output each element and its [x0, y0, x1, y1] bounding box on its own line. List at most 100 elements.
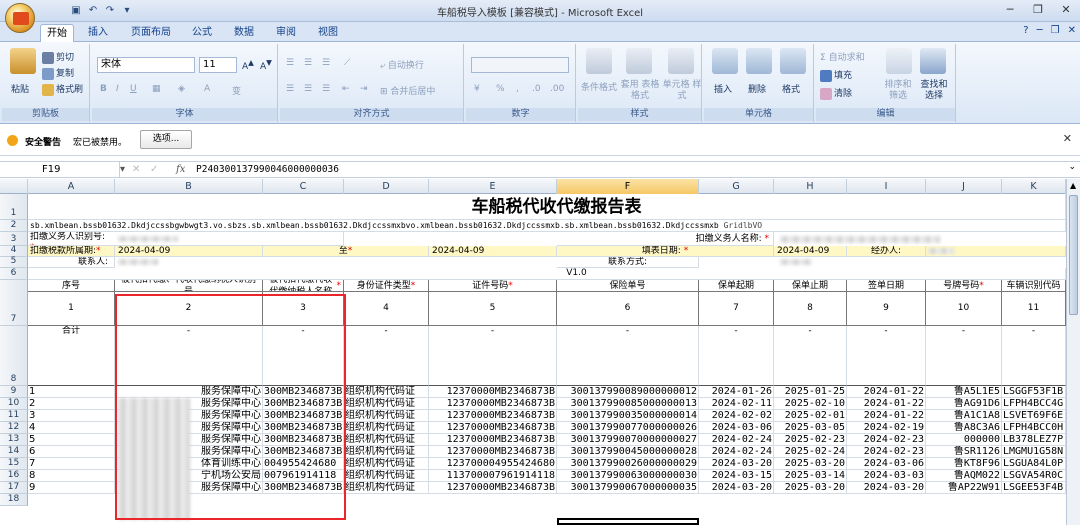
data-cell[interactable]: 2024-03-20 [847, 482, 926, 494]
office-button[interactable] [5, 3, 35, 33]
data-cell[interactable]: LFPH4BCC0H [1002, 422, 1066, 434]
header-cell[interactable]: 保单起期 [699, 280, 774, 292]
data-cell[interactable]: 组织机构代码证 [344, 458, 429, 470]
data-cell[interactable]: 12370000MB2346873B [429, 386, 557, 398]
select-all-corner[interactable] [0, 179, 28, 194]
data-cell[interactable]: 组织机构代码证 [344, 470, 429, 482]
data-cell[interactable]: 12370000MB2346873B [429, 482, 557, 494]
scroll-thumb[interactable] [1069, 195, 1078, 315]
font-name-combo[interactable]: 宋体 [97, 57, 195, 73]
data-cell[interactable]: 组织机构代码证 [344, 386, 429, 398]
confirm-entry-icon[interactable]: ✓ [150, 162, 158, 178]
minimize-icon[interactable]: ─ [996, 0, 1024, 20]
data-cell[interactable]: 300137990026000000029 [557, 458, 699, 470]
underline-icon[interactable]: U [130, 84, 137, 94]
percent-icon[interactable]: % [496, 84, 505, 94]
align-top-icon[interactable]: ☰ [286, 58, 294, 68]
data-cell[interactable]: 2024-03-15 [699, 470, 774, 482]
data-cell[interactable]: 2024-02-24 [699, 434, 774, 446]
to-label-cell[interactable]: 至* [263, 246, 429, 257]
find-select-button[interactable]: 查找和 选择 [916, 80, 952, 102]
data-cell[interactable]: 5 [28, 434, 115, 446]
fill-color-icon[interactable]: ◈ [178, 84, 185, 94]
data-cell[interactable]: 300137990035000000014 [557, 410, 699, 422]
sort-filter-icon[interactable] [886, 48, 912, 74]
options-button[interactable]: 选项... [140, 130, 192, 149]
sheet-title[interactable]: 车船税代收代缴报告表 [28, 194, 1066, 220]
header-cell[interactable]: 身份证件类型 * [344, 280, 429, 292]
copy-button[interactable]: 复制 [42, 66, 74, 80]
data-cell[interactable]: 2025-03-20 [774, 482, 847, 494]
data-cell[interactable]: 3 [28, 410, 115, 422]
total-cell[interactable]: - [1002, 326, 1066, 386]
data-cell[interactable]: 300137990067000000035 [557, 482, 699, 494]
header-cell[interactable]: 证件号码 * [429, 280, 557, 292]
format-as-table-button[interactable]: 套用 表格格式 [618, 80, 662, 102]
row-header[interactable]: 10 [0, 398, 28, 410]
fill-date-label-cell[interactable]: 填表日期: * [557, 246, 774, 257]
data-cell[interactable]: 2024-02-24 [699, 446, 774, 458]
data-cell[interactable]: 组织机构代码证 [344, 482, 429, 494]
data-cell[interactable]: 组织机构代码证 [344, 434, 429, 446]
column-header-f[interactable]: F [557, 179, 699, 194]
header-cell[interactable]: 保险单号 [557, 280, 699, 292]
data-cell[interactable]: 2025-02-01 [774, 410, 847, 422]
row-header[interactable]: 11 [0, 410, 28, 422]
phonetic-icon[interactable]: 变 [232, 84, 241, 97]
sort-filter-button[interactable]: 排序和 筛选 [880, 80, 916, 102]
column-number-cell[interactable]: 10 [926, 292, 1002, 326]
tab-home[interactable]: 开始 [40, 24, 74, 42]
shrink-font-icon[interactable]: A▼ [260, 58, 272, 72]
data-cell[interactable]: 300137990063000000030 [557, 470, 699, 482]
data-cell[interactable]: 鲁A5L1E5 [926, 386, 1002, 398]
restore-icon[interactable]: ❐ [1024, 0, 1052, 20]
data-cell[interactable]: 12370000MB2346873B [429, 422, 557, 434]
header-cell[interactable]: 被代扣代缴代收代缴纳税人名称* [263, 280, 344, 292]
data-cell[interactable]: 2024-02-23 [847, 434, 926, 446]
font-color-icon[interactable]: A [204, 84, 210, 94]
tab-page-layout[interactable]: 页面布局 [125, 24, 177, 42]
conditional-format-icon[interactable] [586, 48, 612, 74]
border-icon[interactable]: ▦ [152, 84, 161, 94]
insert-cells-icon[interactable] [712, 48, 738, 74]
column-number-cell[interactable]: 5 [429, 292, 557, 326]
format-as-table-icon[interactable] [626, 48, 652, 74]
row-header[interactable]: 18 [0, 494, 28, 506]
close-warning-icon[interactable]: ✕ [1063, 132, 1072, 145]
data-cell[interactable]: 12370000MB2346873B [429, 398, 557, 410]
version-cell[interactable]: V1.0 [28, 268, 1066, 280]
fill-date-cell[interactable]: 2024-04-09 [774, 246, 847, 257]
row-header[interactable]: 3 [0, 232, 28, 246]
data-cell[interactable]: 300137990077000000026 [557, 422, 699, 434]
data-cell[interactable]: LSVET69F6E [1002, 410, 1066, 422]
total-cell[interactable]: - [847, 326, 926, 386]
data-cell[interactable]: 2025-02-24 [774, 446, 847, 458]
data-cell[interactable]: 123700004955424680 [429, 458, 557, 470]
total-cell[interactable]: - [557, 326, 699, 386]
align-bottom-icon[interactable]: ☰ [322, 58, 330, 68]
cut-button[interactable]: 剪切 [42, 50, 74, 64]
data-cell[interactable]: 2024-03-03 [847, 470, 926, 482]
data-cell[interactable]: 2024-02-02 [699, 410, 774, 422]
currency-icon[interactable]: ¥ [474, 84, 480, 94]
expand-formula-icon[interactable]: ⌄ [1068, 162, 1076, 172]
data-cell[interactable]: 12370000MB2346873B [429, 410, 557, 422]
total-cell[interactable]: - [429, 326, 557, 386]
row-header[interactable]: 8 [0, 326, 28, 386]
period-from-cell[interactable]: 2024-04-09 [115, 246, 263, 257]
data-cell[interactable]: 300137990070000000027 [557, 434, 699, 446]
data-cell[interactable]: 300137990045000000028 [557, 446, 699, 458]
column-header-c[interactable]: C [263, 179, 344, 194]
row-header[interactable]: 2 [0, 220, 28, 232]
decrease-indent-icon[interactable]: ⇤ [342, 84, 350, 94]
data-cell[interactable]: 鲁AG91D6 [926, 398, 1002, 410]
formula-input[interactable]: P240300137990046000000036 [196, 162, 339, 178]
period-to-cell[interactable]: 2024-04-09 [429, 246, 557, 257]
handler-label-cell[interactable]: 经办人: [847, 246, 926, 257]
name-box[interactable]: F19 [2, 162, 120, 178]
data-cell[interactable]: 2024-01-22 [847, 386, 926, 398]
fill-button[interactable]: 填充 [820, 68, 852, 82]
row-header[interactable]: 14 [0, 446, 28, 458]
data-cell[interactable]: 2025-03-14 [774, 470, 847, 482]
data-cell[interactable]: 2025-03-20 [774, 458, 847, 470]
